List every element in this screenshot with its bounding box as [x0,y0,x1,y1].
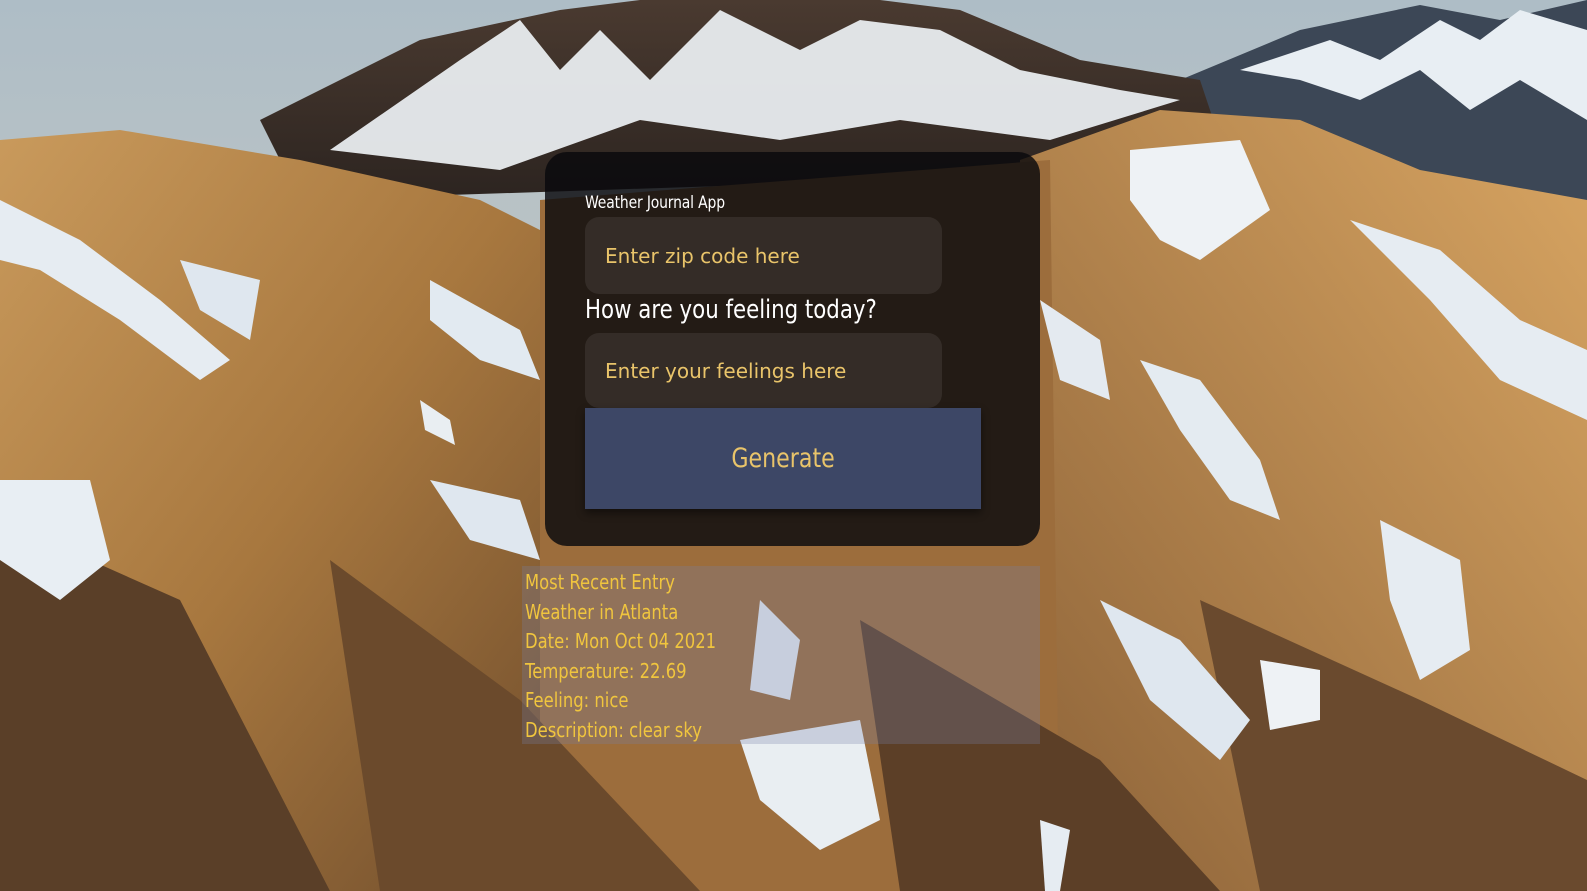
generate-button[interactable]: Generate [585,408,981,509]
zip-code-input[interactable] [585,217,942,294]
entry-location: Weather in Atlanta [525,600,679,624]
app-title: Weather Journal App [585,193,725,213]
entry-date: Date: Mon Oct 04 2021 [525,629,717,653]
entry-heading: Most Recent Entry [525,570,675,594]
generate-button-label: Generate [731,443,835,474]
entry-feeling: Feeling: nice [525,688,629,712]
entry-temperature: Temperature: 22.69 [525,659,687,683]
feelings-input[interactable] [585,333,942,408]
feelings-label: How are you feeling today? [585,295,877,325]
most-recent-entry-panel: Most Recent Entry Weather in Atlanta Dat… [522,566,1040,744]
weather-form-card: Weather Journal App How are you feeling … [545,152,1040,546]
entry-description: Description: clear sky [525,718,702,742]
